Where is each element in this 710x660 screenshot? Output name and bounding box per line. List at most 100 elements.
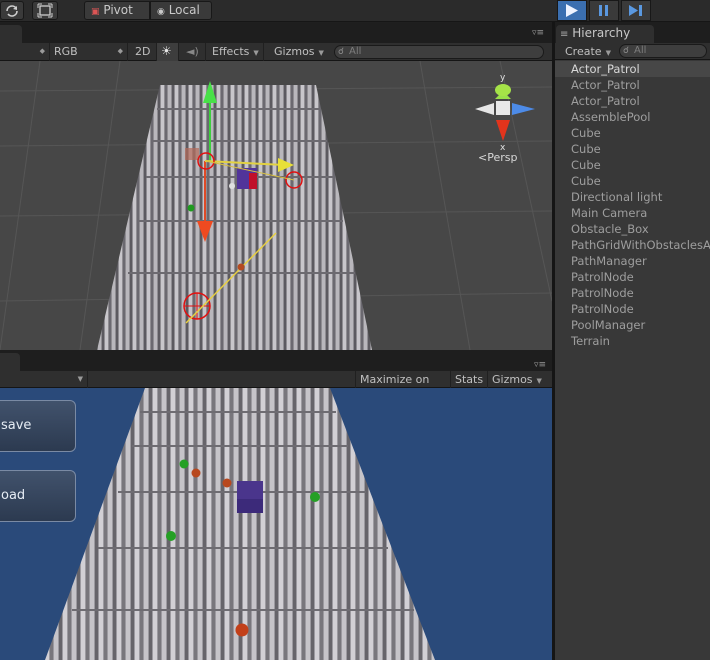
render-mode-dropdown[interactable]: ◆ — [0, 43, 50, 61]
pivot-icon: ▣ — [91, 7, 100, 17]
list-item[interactable]: Cube — [555, 173, 710, 189]
game-toolbar: ▼ Maximize on Play Stats Gizmos▼ — [0, 371, 552, 403]
list-item[interactable]: PatrolNode — [555, 269, 710, 285]
hierarchy-icon: ≡ — [560, 29, 569, 40]
chevron-down-icon: ▼ — [77, 375, 83, 383]
game-gizmos-dropdown[interactable]: Gizmos ▼ — [488, 371, 548, 389]
game-canvas — [0, 388, 552, 660]
step-icon — [629, 5, 642, 16]
color-mode-dropdown[interactable]: RGB ◆ — [50, 43, 128, 61]
rect-tool-icon[interactable] — [32, 1, 58, 20]
create-dropdown[interactable]: Create ▼ — [561, 43, 617, 61]
rotate-tool-icon[interactable] — [0, 1, 24, 20]
chevron-down-icon: ▼ — [253, 49, 259, 57]
main-toolbar: ▣ Pivot ◉ Local — [0, 0, 710, 22]
toggle-2d-button[interactable]: 2D — [131, 43, 157, 61]
list-item-label: Actor_Patrol — [571, 78, 640, 92]
scene-tab-strip: ▿≡ — [0, 23, 552, 43]
list-item[interactable]: Cube — [555, 125, 710, 141]
list-item[interactable]: Directional light — [555, 189, 710, 205]
sphere-orange — [191, 468, 201, 478]
list-item[interactable]: PatrolNode — [555, 301, 710, 317]
list-item[interactable]: Obstacle_Box — [555, 221, 710, 237]
hierarchy-tab-label: Hierarchy — [572, 26, 631, 40]
save-button[interactable]: save — [0, 400, 76, 452]
play-button[interactable] — [557, 0, 587, 21]
load-button-label: oad — [1, 488, 26, 503]
pivot-label: Pivot — [103, 3, 133, 17]
list-item-label: Actor_Patrol — [571, 62, 640, 76]
pivot-toggle[interactable]: ▣ Pivot — [84, 1, 150, 20]
axis-y-label: y — [500, 73, 506, 83]
audio-toggle[interactable]: ◄) — [182, 43, 206, 61]
list-item-label: PoolManager — [571, 318, 646, 332]
tab-scene[interactable] — [0, 25, 22, 43]
scene-view[interactable]: y x <Persp — [0, 61, 552, 350]
gizmos-label: Gizmos — [274, 45, 315, 58]
lighting-toggle[interactable]: ☀ — [157, 43, 179, 61]
list-item-label: Cube — [571, 158, 601, 172]
list-item[interactable]: Actor_Patrol — [555, 93, 710, 109]
list-item-label: Directional light — [571, 190, 663, 204]
load-button[interactable]: oad — [0, 470, 76, 522]
stats-toggle[interactable]: Stats — [451, 371, 488, 389]
list-item-label: PatrolNode — [571, 270, 634, 284]
selection-marker — [249, 173, 257, 189]
pause-button[interactable] — [589, 0, 619, 21]
sphere-green — [187, 204, 195, 212]
local-label: Local — [168, 3, 200, 17]
persp-label[interactable]: <Persp — [478, 151, 517, 164]
hierarchy-toolbar: Create ▼ ☌ All — [555, 43, 710, 60]
hierarchy-list: Actor_Patrol Actor_Patrol Actor_Patrol A… — [555, 60, 710, 660]
list-item[interactable]: PoolManager — [555, 317, 710, 333]
hierarchy-tab-strip: ≡ Hierarchy — [555, 22, 710, 43]
list-item-label: Cube — [571, 126, 601, 140]
step-button[interactable] — [621, 0, 651, 21]
tab-menu-icon[interactable]: ▿≡ — [532, 28, 544, 38]
list-item-label: PatrolNode — [571, 302, 634, 316]
scene-canvas[interactable]: y x <Persp — [0, 61, 552, 350]
unity-editor: ▣ Pivot ◉ Local ▿≡ ◆ RGB ◆ 2D ☀ ◄) Effec… — [0, 0, 710, 660]
display-dropdown[interactable]: ▼ — [0, 371, 88, 389]
tab-menu-icon[interactable]: ▿≡ — [534, 360, 546, 370]
list-item[interactable]: AssemblePool — [555, 109, 710, 125]
list-item[interactable]: PatrolNode — [555, 285, 710, 301]
play-icon — [566, 4, 578, 17]
local-toggle[interactable]: ◉ Local — [150, 1, 212, 20]
hierarchy-search-input[interactable]: ☌ All — [619, 44, 707, 58]
game-tab-strip: ▿≡ — [0, 350, 552, 371]
effects-dropdown[interactable]: Effects ▼ — [208, 43, 264, 61]
sphere-orange — [237, 263, 245, 271]
list-item[interactable]: PathGridWithObstaclesAr — [555, 237, 710, 253]
plane-handle[interactable] — [185, 148, 199, 160]
sun-icon: ☀ — [161, 44, 172, 58]
list-item[interactable]: PathManager — [555, 253, 710, 269]
scene-search-input[interactable]: ☌ All — [334, 45, 544, 59]
list-item-label: Main Camera — [571, 206, 648, 220]
list-item[interactable]: Main Camera — [555, 205, 710, 221]
list-item[interactable]: Terrain — [555, 333, 710, 349]
scene-search-placeholder: All — [349, 46, 362, 57]
list-item[interactable]: Cube — [555, 157, 710, 173]
gizmos-dropdown[interactable]: Gizmos ▼ — [270, 43, 330, 61]
save-button-label: save — [1, 418, 32, 433]
list-item-label: Cube — [571, 174, 601, 188]
speaker-icon: ◄) — [186, 45, 199, 58]
sphere-green — [310, 492, 320, 502]
list-item-label: PathGridWithObstaclesAr — [571, 238, 710, 252]
color-mode-label: RGB — [54, 45, 78, 58]
effects-label: Effects — [212, 45, 250, 58]
chevron-down-icon: ◆ — [39, 47, 45, 55]
chevron-down-icon: ▼ — [605, 49, 611, 57]
chevron-down-icon: ▼ — [536, 377, 542, 385]
tab-game[interactable] — [0, 353, 20, 371]
sphere-orange — [235, 623, 249, 637]
maximize-on-play-toggle[interactable]: Maximize on Play — [355, 371, 451, 403]
list-item[interactable]: Actor_Patrol — [555, 77, 710, 93]
sphere-green — [179, 459, 189, 469]
tab-hierarchy[interactable]: ≡ Hierarchy — [556, 25, 654, 43]
game-view[interactable]: save oad — [0, 388, 552, 660]
list-item[interactable]: Actor_Patrol — [555, 61, 710, 77]
list-item-label: PatrolNode — [571, 286, 634, 300]
list-item[interactable]: Cube — [555, 141, 710, 157]
